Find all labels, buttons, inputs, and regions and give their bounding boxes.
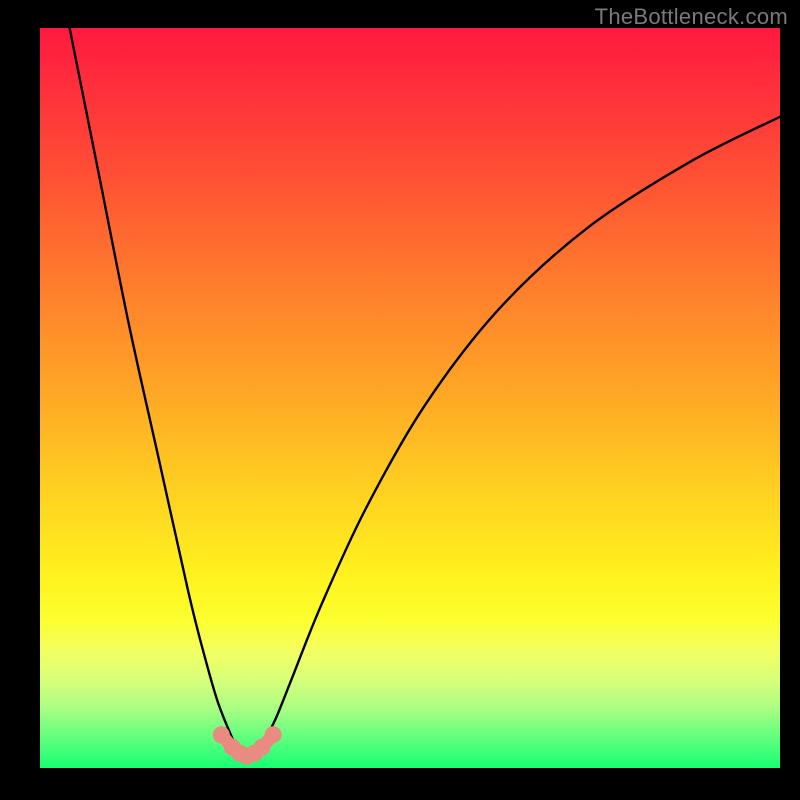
bottleneck-curve <box>70 28 780 757</box>
chart-container: TheBottleneck.com <box>0 0 800 800</box>
curve-layer <box>40 28 780 768</box>
watermark-text: TheBottleneck.com <box>595 4 788 30</box>
plot-area <box>40 28 780 768</box>
highlight-dots-group <box>213 726 282 764</box>
highlight-dot <box>265 726 282 743</box>
